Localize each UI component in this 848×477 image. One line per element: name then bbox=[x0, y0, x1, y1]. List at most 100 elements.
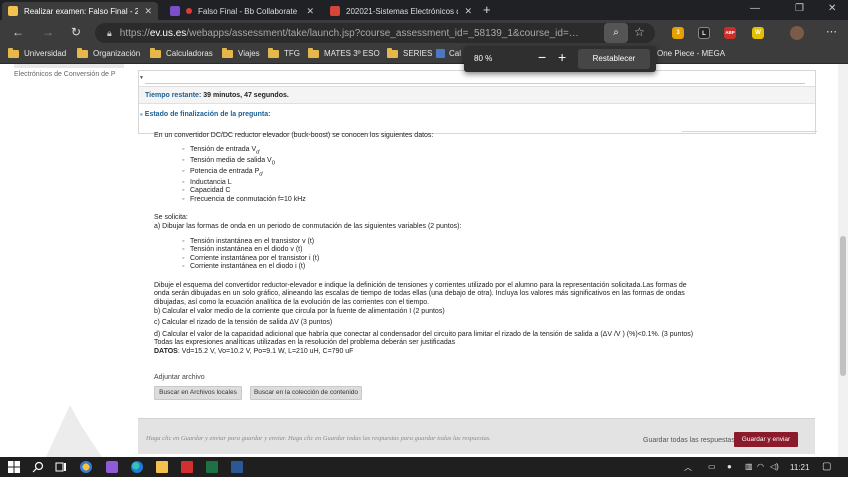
zoom-in-button[interactable]: + bbox=[558, 49, 566, 65]
time-remaining-label: Tiempo restante: bbox=[145, 92, 202, 99]
bookmark-one-piece[interactable]: One Piece - MEGA bbox=[657, 49, 725, 58]
close-icon[interactable]: ✕ bbox=[464, 6, 472, 17]
url-text: https://ev.us.es/webapps/assessment/take… bbox=[119, 27, 579, 39]
part-a: a) Dibujar las formas de onda en un peri… bbox=[154, 222, 462, 230]
list-item: Inductancia L bbox=[182, 179, 694, 188]
tampermonkey-icon[interactable]: 3 bbox=[672, 27, 684, 39]
bookmark-organizacion[interactable]: Organización bbox=[77, 47, 140, 58]
data-list: Tensión de entrada Vd Tensión media de s… bbox=[182, 146, 694, 205]
notification-icon[interactable]: ▢ bbox=[822, 461, 831, 472]
task-view-icon[interactable] bbox=[55, 461, 67, 473]
acrobat-icon[interactable] bbox=[181, 461, 193, 473]
part-d: d) Calcular el valor de la capacidad adi… bbox=[154, 330, 694, 338]
tab-title: 202021-Sistemas Electrónicos de… bbox=[346, 6, 458, 16]
list-item: Tensión instantánea en el diodo v (t) bbox=[182, 246, 694, 255]
gmail-favicon-icon bbox=[330, 6, 340, 16]
completion-status[interactable]: » Estado de finalización de la pregunta: bbox=[139, 111, 270, 118]
bookmark-calculadoras[interactable]: Calculadoras bbox=[150, 47, 213, 58]
adblock-icon[interactable]: ABP bbox=[724, 27, 736, 39]
question-intro: En un convertidor DC/DC reductor elevado… bbox=[154, 132, 434, 139]
list-item: Frecuencia de conmutación f=10 kHz bbox=[182, 196, 694, 205]
bookmark-universidad[interactable]: Universidad bbox=[8, 47, 66, 58]
assessment-header: ▼ Tiempo restante: 39 minutos, 47 segund… bbox=[138, 70, 816, 134]
collaborate-favicon-icon bbox=[170, 6, 180, 16]
edge-icon[interactable] bbox=[131, 461, 143, 473]
collapse-arrow-icon[interactable]: ▼ bbox=[139, 75, 144, 81]
browse-local-files-button[interactable]: Buscar en Archivos locales bbox=[154, 386, 242, 400]
windows-taskbar: ︿ ▭ ● ▥ ◠ ◁) 11:21 ▢ bbox=[0, 457, 848, 477]
volume-icon[interactable]: ◁) bbox=[770, 462, 779, 471]
save-all-answers-button[interactable]: Guardar todas las respuestas bbox=[643, 437, 735, 444]
reload-icon[interactable]: ↻ bbox=[71, 25, 81, 39]
save-and-submit-button[interactable]: Guardar y enviar bbox=[734, 432, 798, 447]
browse-content-collection-button[interactable]: Buscar en la colección de contenido bbox=[250, 386, 362, 400]
bookmark-tfg[interactable]: TFG bbox=[268, 47, 300, 58]
folder-icon bbox=[150, 47, 161, 58]
forward-icon[interactable]: → bbox=[42, 25, 54, 39]
close-icon[interactable]: ✕ bbox=[306, 6, 314, 17]
blackboard-watermark-icon bbox=[46, 405, 102, 457]
zoom-reset-button[interactable]: Restablecer bbox=[578, 49, 650, 69]
recording-dot-icon bbox=[186, 8, 192, 14]
folder-icon bbox=[222, 47, 233, 58]
tab-bb-collaborate[interactable]: Falso Final - Bb Collaborate ✕ bbox=[164, 2, 320, 20]
profile-avatar[interactable] bbox=[790, 26, 804, 40]
new-tab-button[interactable]: + bbox=[483, 2, 491, 17]
course-name[interactable]: Electrónicos de Conversión de P bbox=[14, 70, 124, 79]
window-close-icon[interactable]: ✕ bbox=[828, 3, 836, 14]
network-icon[interactable]: ▥ bbox=[745, 462, 753, 471]
folder-icon bbox=[77, 47, 88, 58]
star-icon[interactable]: ☆ bbox=[634, 25, 645, 39]
collaborate-app-icon[interactable] bbox=[106, 461, 118, 473]
tab-title: Falso Final - Bb Collaborate bbox=[198, 6, 298, 16]
lock-icon: 🔒︎ bbox=[107, 27, 112, 38]
submit-hint: Haga clic en Guardar y enviar para guard… bbox=[146, 435, 492, 442]
folder-icon bbox=[387, 47, 398, 58]
time-remaining-value: 39 minutos, 47 segundos. bbox=[203, 92, 289, 99]
bookmark-series[interactable]: SERIES bbox=[387, 47, 432, 58]
wifi-icon[interactable]: ◠ bbox=[757, 462, 764, 471]
list-item: Corriente instantánea por el transistor … bbox=[182, 255, 694, 264]
tab-gmail[interactable]: 202021-Sistemas Electrónicos de… ✕ bbox=[324, 2, 478, 20]
restore-icon[interactable]: ❐ bbox=[795, 3, 804, 14]
address-bar[interactable]: 🔒︎ https://ev.us.es/webapps/assessment/t… bbox=[95, 23, 655, 43]
calendar-icon bbox=[436, 49, 445, 58]
microphone-icon[interactable]: ● bbox=[727, 462, 732, 471]
part-b: b) Calcular el valor medio de la corrien… bbox=[154, 307, 445, 315]
tab-realizar-examen[interactable]: Realizar examen: Falso Final - 2… ✕ bbox=[2, 2, 158, 20]
search-icon[interactable] bbox=[32, 461, 44, 473]
bookmark-viajes[interactable]: Viajes bbox=[222, 47, 260, 58]
scrollbar-thumb[interactable] bbox=[840, 236, 846, 376]
list-item: Corriente instantánea en el diodo i (t) bbox=[182, 263, 694, 272]
folder-icon bbox=[8, 47, 19, 58]
bookmark-mates[interactable]: MATES 3º ESO bbox=[308, 47, 380, 58]
close-icon[interactable]: ✕ bbox=[144, 6, 152, 17]
folder-icon bbox=[308, 47, 319, 58]
letter-l-icon[interactable]: L bbox=[698, 27, 710, 39]
bookmark-cal[interactable]: Cal bbox=[436, 49, 461, 58]
back-icon[interactable]: ← bbox=[12, 25, 24, 39]
word-icon[interactable] bbox=[231, 461, 243, 473]
course-nav: Electrónicos de Conversión de P bbox=[14, 64, 124, 79]
zoom-icon[interactable]: ⌕ bbox=[604, 23, 628, 43]
page-scrollbar[interactable] bbox=[838, 64, 848, 457]
part-c: c) Calcular el rizado de la tensión de s… bbox=[154, 319, 333, 327]
zoom-out-button[interactable]: − bbox=[538, 49, 546, 65]
paint-icon[interactable] bbox=[80, 461, 92, 473]
battery-icon[interactable]: ▭ bbox=[708, 462, 716, 471]
menu-dots-icon[interactable]: ⋯ bbox=[826, 25, 837, 38]
excel-icon[interactable] bbox=[206, 461, 218, 473]
solicita-label: Se solicita: bbox=[154, 214, 188, 222]
windows-start-icon[interactable] bbox=[8, 461, 20, 473]
chevron-up-icon[interactable]: ︿ bbox=[684, 462, 692, 473]
file-explorer-icon[interactable] bbox=[156, 461, 168, 473]
list-item: Tensión de entrada Vd bbox=[182, 146, 694, 157]
list-item: Tensión media de salida V0 bbox=[182, 157, 694, 168]
letter-w-icon[interactable]: W bbox=[752, 27, 764, 39]
attach-file-label: Adjuntar archivo bbox=[154, 374, 205, 381]
justification-note: Todas las expresiones analíticas utiliza… bbox=[154, 339, 456, 347]
schema-instructions: Dibuje el esquema del convertidor reduct… bbox=[154, 281, 687, 307]
zoom-level: 80 % bbox=[474, 54, 493, 63]
minimize-icon[interactable]: — bbox=[750, 3, 760, 14]
folder-icon bbox=[268, 47, 279, 58]
